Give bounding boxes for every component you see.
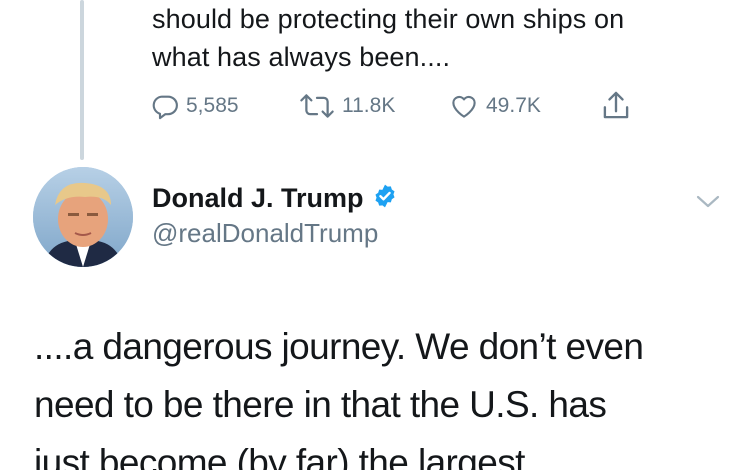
like-button[interactable]: 49.7K	[448, 86, 541, 126]
tweet-line-2: need to be there in that the U.S. has	[34, 384, 607, 425]
author-name-row[interactable]: Donald J. Trump	[152, 180, 398, 216]
previous-tweet-actions: 5,585 11.8K 49.7K	[150, 86, 670, 126]
retweet-icon	[298, 91, 336, 121]
avatar[interactable]	[33, 167, 133, 267]
like-count: 49.7K	[486, 94, 541, 117]
like-icon	[448, 91, 480, 121]
previous-tweet-line-1: should be protecting their own ships on	[152, 4, 625, 34]
display-name[interactable]: Donald J. Trump	[152, 183, 364, 214]
tweet-line-3: just become (by far) the largest	[34, 442, 525, 470]
previous-tweet-line-2: what has always been....	[152, 42, 451, 72]
more-options-button[interactable]	[690, 186, 726, 216]
chevron-down-icon	[690, 195, 726, 220]
previous-tweet-text: should be protecting their own ships on …	[152, 0, 742, 76]
tweet-line-1: ....a dangerous journey. We don’t even	[34, 326, 644, 367]
user-handle[interactable]: @realDonaldTrump	[152, 218, 378, 249]
share-button[interactable]	[600, 86, 632, 126]
share-icon	[600, 89, 632, 123]
reply-count: 5,585	[186, 94, 239, 117]
thread-connector-line	[80, 0, 84, 160]
reply-icon	[150, 91, 180, 121]
tweet-text: ....a dangerous journey. We don’t even n…	[34, 318, 734, 470]
retweet-button[interactable]: 11.8K	[298, 86, 395, 126]
retweet-count: 11.8K	[342, 94, 396, 117]
verified-badge-icon	[372, 183, 398, 214]
reply-button[interactable]: 5,585	[150, 86, 239, 126]
